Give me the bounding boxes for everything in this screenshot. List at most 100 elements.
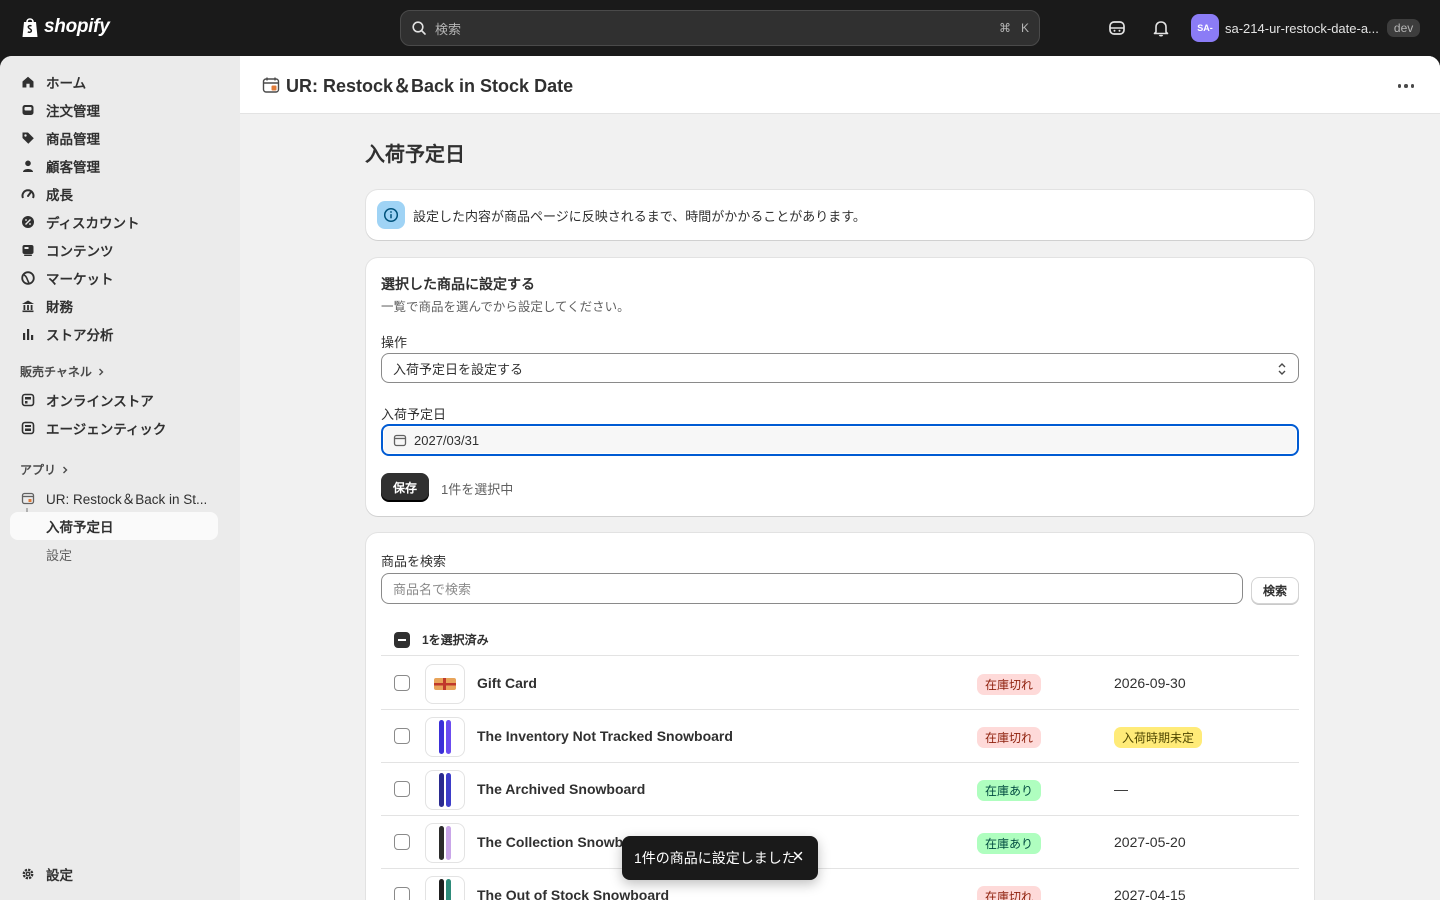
- bulk-card-subheading: 一覧で商品を選んでから設定してください。: [381, 300, 630, 314]
- status-badge: 在庫切れ: [977, 727, 1042, 748]
- more-actions-icon[interactable]: [1397, 84, 1414, 88]
- store-switcher[interactable]: SA- sa-214-ur-restock-date-a... dev: [1191, 14, 1421, 42]
- shopify-logo[interactable]: shopify: [20, 15, 110, 39]
- operation-select[interactable]: 入荷予定日を設定する: [381, 353, 1299, 383]
- sidebar-item-label: UR: Restock＆Back in St...: [46, 492, 208, 507]
- date-value: 2027/03/31: [414, 432, 480, 448]
- person-icon: [20, 158, 36, 174]
- sidebar-item-label: コンテンツ: [46, 244, 114, 259]
- sidebar-item-discounts[interactable]: ディスカウント: [10, 208, 218, 236]
- env-badge: dev: [1386, 19, 1421, 37]
- sidebar-item-customers[interactable]: 顧客管理: [10, 152, 218, 180]
- bulk-set-card: 選択した商品に設定する 一覧で商品を選んでから設定してください。 操作 入荷予定…: [366, 258, 1314, 516]
- select-all-checkbox[interactable]: [394, 631, 410, 648]
- sidebar-item-label: 注文管理: [46, 104, 100, 119]
- logo-text: shopify: [44, 16, 110, 37]
- row-checkbox[interactable]: [394, 887, 410, 900]
- product-thumbnail: [425, 664, 465, 704]
- info-banner: 設定した内容が商品ページに反映されるまで、時間がかかることがあります。: [366, 190, 1314, 240]
- sidebar-item-finance[interactable]: 財務: [10, 292, 218, 320]
- save-button[interactable]: 保存: [381, 473, 429, 501]
- row-checkbox[interactable]: [394, 675, 410, 691]
- sidebar-item-label: 入荷予定日: [46, 520, 114, 535]
- apps-header[interactable]: アプリ: [20, 461, 70, 478]
- row-checkbox[interactable]: [394, 728, 410, 744]
- agent-icon: [20, 420, 36, 436]
- sidebar-item-analytics[interactable]: ストア分析: [10, 320, 218, 348]
- table-row[interactable]: Gift Card 在庫切れ 2026-09-30: [381, 657, 1299, 710]
- search-button[interactable]: 検索: [1251, 577, 1299, 604]
- assistant-icon[interactable]: [1107, 18, 1127, 38]
- restock-date: —: [1114, 781, 1128, 797]
- restock-date: 2027-05-20: [1114, 834, 1186, 850]
- info-icon: [377, 201, 405, 229]
- sidebar-item-content[interactable]: コンテンツ: [10, 236, 218, 264]
- product-thumbnail: [425, 717, 465, 757]
- sidebar-item-label: 商品管理: [46, 132, 100, 147]
- snowboard-image: [439, 720, 451, 754]
- global-search[interactable]: 検索 ⌘ K: [400, 10, 1040, 46]
- sidebar-item-label: ディスカウント: [46, 216, 140, 231]
- search-icon: [412, 21, 426, 35]
- tag-icon: [20, 130, 36, 146]
- sidebar-item-settings[interactable]: 設定: [10, 860, 218, 888]
- sidebar-item-agentic[interactable]: エージェンティック: [10, 414, 218, 442]
- product-name[interactable]: Gift Card: [477, 675, 537, 691]
- sidebar-item-orders[interactable]: 注文管理: [10, 96, 218, 124]
- snowboard-image: [439, 879, 451, 900]
- product-name[interactable]: The Archived Snowboard: [477, 781, 645, 797]
- table-row[interactable]: The Out of Stock Snowboard 在庫切れ 2027-04-…: [381, 869, 1299, 900]
- table-row[interactable]: The Inventory Not Tracked Snowboard 在庫切れ…: [381, 710, 1299, 763]
- restock-date-input[interactable]: 2027/03/31: [381, 424, 1299, 456]
- top-bar: shopify 検索 ⌘ K SA- sa-214-ur-restock-dat…: [0, 0, 1440, 56]
- status-badge: 在庫切れ: [977, 674, 1042, 695]
- product-search-input[interactable]: 商品名で検索: [381, 573, 1243, 604]
- sidebar-item-app[interactable]: UR: Restock＆Back in St...: [10, 484, 218, 512]
- product-thumbnail: [425, 770, 465, 810]
- status-badge: 在庫あり: [977, 780, 1042, 801]
- chevron-right-icon: [98, 368, 104, 375]
- toast-notification: 1件の商品に設定しました: [622, 836, 818, 880]
- sidebar-item-app-settings[interactable]: 設定: [10, 540, 218, 568]
- sidebar-item-restock-date[interactable]: 入荷予定日: [10, 512, 218, 540]
- row-checkbox[interactable]: [394, 781, 410, 797]
- sidebar-item-label: ストア分析: [46, 328, 114, 343]
- bulk-selected-label: 1を選択済み: [422, 633, 489, 647]
- sidebar-item-label: エージェンティック: [46, 422, 167, 437]
- select-chevron-icon: [1278, 363, 1286, 375]
- product-name[interactable]: The Inventory Not Tracked Snowboard: [477, 728, 733, 744]
- banner-text: 設定した内容が商品ページに反映されるまで、時間がかかることがあります。: [413, 208, 866, 224]
- status-badge: 在庫あり: [977, 833, 1042, 854]
- status-badge: 在庫切れ: [977, 886, 1042, 900]
- sales-channels-label: 販売チャネル: [20, 365, 92, 379]
- bulk-select-row: 1を選択済み: [381, 624, 1299, 656]
- sales-channels-header[interactable]: 販売チャネル: [20, 363, 106, 380]
- sidebar-item-products[interactable]: 商品管理: [10, 124, 218, 152]
- avatar: SA-: [1191, 14, 1219, 42]
- home-icon: [20, 74, 36, 90]
- sidebar-item-online-store[interactable]: オンラインストア: [10, 386, 218, 414]
- product-name[interactable]: The Out of Stock Snowboard: [477, 887, 669, 900]
- store-name: sa-214-ur-restock-date-a...: [1225, 20, 1379, 36]
- close-icon[interactable]: [792, 850, 804, 862]
- main-content: UR: Restock＆Back in Stock Date 入荷予定日 設定し…: [240, 56, 1440, 900]
- row-checkbox[interactable]: [394, 834, 410, 850]
- search-placeholder: 検索: [435, 21, 462, 37]
- calendar-app-icon: [20, 490, 36, 506]
- sidebar-item-label: ホーム: [46, 76, 87, 91]
- shortcut-key: K: [1020, 21, 1029, 35]
- sidebar: ホーム 注文管理 商品管理 顧客管理 成長 ディスカウント コンテンツ マーケッ…: [0, 56, 240, 900]
- sidebar-item-home[interactable]: ホーム: [10, 68, 218, 96]
- sidebar-item-markets[interactable]: マーケット: [10, 264, 218, 292]
- table-row[interactable]: The Archived Snowboard 在庫あり —: [381, 763, 1299, 816]
- gear-icon: [20, 866, 36, 882]
- chevron-right-icon: [63, 466, 68, 473]
- restock-undecided-badge: 入荷時期未定: [1114, 727, 1203, 748]
- bell-icon[interactable]: [1151, 18, 1171, 38]
- product-list-card: 商品を検索 商品名で検索 検索 1を選択済み Gift Card 在庫切れ 20…: [366, 533, 1314, 900]
- shopify-bag-icon: [22, 18, 38, 37]
- sidebar-item-growth[interactable]: 成長: [10, 180, 218, 208]
- product-search-placeholder: 商品名で検索: [393, 582, 472, 597]
- sidebar-item-label: 財務: [46, 300, 73, 315]
- table-row[interactable]: The Collection Snowboard 在庫あり 2027-05-20: [381, 816, 1299, 869]
